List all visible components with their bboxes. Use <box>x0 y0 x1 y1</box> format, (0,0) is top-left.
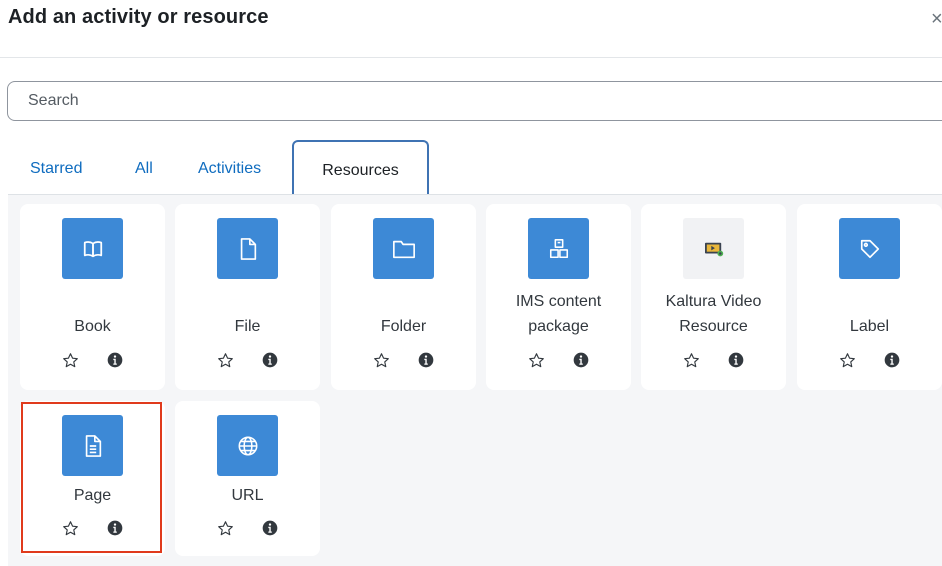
label-tag-icon <box>839 218 900 279</box>
resource-name: URL <box>231 487 264 504</box>
resource-name-line-2: Resource <box>679 318 748 335</box>
search-input[interactable] <box>7 81 942 121</box>
book-icon <box>62 218 123 279</box>
star-icon[interactable] <box>681 350 701 370</box>
kaltura-video-icon <box>683 218 744 279</box>
ims-package-icon <box>528 218 589 279</box>
globe-icon <box>217 415 278 476</box>
resource-card-book[interactable]: Book <box>20 204 165 390</box>
resource-name: Book <box>74 318 111 335</box>
resource-card-folder[interactable]: Folder <box>331 204 476 390</box>
folder-icon <box>373 218 434 279</box>
resource-name: File <box>234 318 261 335</box>
star-icon[interactable] <box>215 350 235 370</box>
resource-card-file[interactable]: File <box>175 204 320 390</box>
tab-starred[interactable]: Starred <box>30 159 82 179</box>
page-selection-highlight <box>21 402 162 553</box>
header-divider <box>0 57 942 58</box>
resource-card-ims-content-package[interactable]: IMS content package <box>486 204 631 390</box>
tab-resources-label: Resources <box>322 162 399 179</box>
info-icon[interactable] <box>882 350 902 370</box>
tab-activities[interactable]: Activities <box>198 159 261 179</box>
resource-name-line-1: Kaltura Video <box>665 293 762 310</box>
star-icon[interactable] <box>526 350 546 370</box>
resource-name-line-1: IMS content <box>515 293 602 310</box>
tab-resources[interactable]: Resources <box>292 140 429 196</box>
info-icon[interactable] <box>260 350 280 370</box>
info-icon[interactable] <box>260 518 280 538</box>
info-icon[interactable] <box>105 350 125 370</box>
modal-title: Add an activity or resource <box>8 6 269 28</box>
resource-name: Label <box>849 318 890 335</box>
file-icon <box>217 218 278 279</box>
resource-card-url[interactable]: URL <box>175 401 320 556</box>
resource-card-kaltura-video-resource[interactable]: Kaltura Video Resource <box>641 204 786 390</box>
resource-name-line-2: package <box>528 318 589 335</box>
star-icon[interactable] <box>837 350 857 370</box>
info-icon[interactable] <box>571 350 591 370</box>
info-icon[interactable] <box>416 350 436 370</box>
star-icon[interactable] <box>60 350 80 370</box>
star-icon[interactable] <box>371 350 391 370</box>
info-icon[interactable] <box>726 350 746 370</box>
close-icon[interactable]: × <box>931 8 942 30</box>
resource-name: Folder <box>380 318 427 335</box>
resource-card-label[interactable]: Label <box>797 204 942 390</box>
star-icon[interactable] <box>215 518 235 538</box>
tab-all[interactable]: All <box>135 159 153 179</box>
